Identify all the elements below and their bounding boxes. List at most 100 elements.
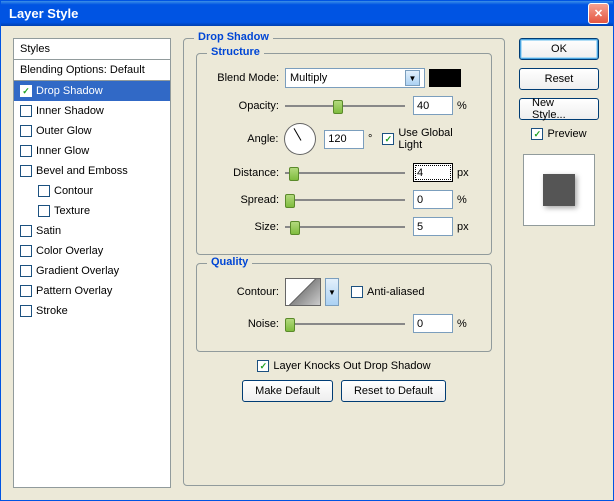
titlebar[interactable]: Layer Style ✕ — [1, 1, 613, 26]
checkbox-icon — [38, 185, 50, 197]
style-item-drop-shadow[interactable]: Drop Shadow — [14, 81, 170, 101]
style-item-label: Inner Glow — [36, 145, 89, 157]
preview-checkbox[interactable]: Preview — [531, 128, 586, 140]
checkbox-icon — [20, 245, 32, 257]
style-item-inner-glow[interactable]: Inner Glow — [14, 141, 170, 161]
distance-unit: px — [457, 167, 469, 179]
checkbox-icon — [20, 145, 32, 157]
blend-mode-value: Multiply — [290, 72, 327, 84]
spread-input[interactable]: 0 — [413, 190, 453, 209]
close-button[interactable]: ✕ — [588, 3, 609, 24]
noise-input[interactable]: 0 — [413, 314, 453, 333]
blend-mode-select[interactable]: Multiply ▼ — [285, 68, 425, 88]
checkbox-icon — [20, 225, 32, 237]
preview-square — [543, 174, 575, 206]
style-item-gradient-overlay[interactable]: Gradient Overlay — [14, 261, 170, 281]
make-default-button[interactable]: Make Default — [242, 380, 333, 402]
angle-dial[interactable] — [284, 123, 316, 155]
style-item-pattern-overlay[interactable]: Pattern Overlay — [14, 281, 170, 301]
style-item-contour[interactable]: Contour — [14, 181, 170, 201]
checkbox-icon — [382, 133, 394, 145]
checkbox-icon — [257, 360, 269, 372]
style-item-outer-glow[interactable]: Outer Glow — [14, 121, 170, 141]
spread-unit: % — [457, 194, 467, 206]
angle-unit: ° — [368, 133, 372, 145]
quality-legend: Quality — [207, 256, 252, 268]
style-item-label: Drop Shadow — [36, 85, 103, 97]
spread-label: Spread: — [209, 194, 285, 206]
checkbox-icon — [20, 85, 32, 97]
opacity-label: Opacity: — [209, 100, 285, 112]
preview-label: Preview — [547, 128, 586, 140]
noise-unit: % — [457, 318, 467, 330]
blending-options[interactable]: Blending Options: Default — [14, 60, 170, 81]
style-item-label: Contour — [54, 185, 93, 197]
layer-style-dialog: Layer Style ✕ Styles Blending Options: D… — [0, 0, 614, 501]
structure-group: Structure Blend Mode: Multiply ▼ Opacity… — [196, 53, 492, 255]
angle-input[interactable]: 120 — [324, 130, 364, 149]
checkbox-icon — [20, 285, 32, 297]
style-item-inner-shadow[interactable]: Inner Shadow — [14, 101, 170, 121]
new-style-button[interactable]: New Style... — [519, 98, 599, 120]
global-light-label: Use Global Light — [398, 127, 479, 151]
antialiased-checkbox[interactable]: Anti-aliased — [351, 286, 424, 298]
drop-shadow-group: Drop Shadow Structure Blend Mode: Multip… — [183, 38, 505, 486]
style-item-label: Gradient Overlay — [36, 265, 119, 277]
preview-box — [523, 154, 595, 226]
noise-slider[interactable] — [285, 316, 405, 332]
distance-slider[interactable] — [285, 165, 405, 181]
checkbox-icon — [20, 105, 32, 117]
global-light-checkbox[interactable]: Use Global Light — [382, 127, 479, 151]
style-item-color-overlay[interactable]: Color Overlay — [14, 241, 170, 261]
size-slider[interactable] — [285, 219, 405, 235]
checkbox-icon — [20, 165, 32, 177]
distance-input[interactable]: 4 — [413, 163, 453, 182]
styles-panel: Styles Blending Options: Default Drop Sh… — [13, 38, 171, 488]
checkbox-icon — [20, 305, 32, 317]
reset-button[interactable]: Reset — [519, 68, 599, 90]
opacity-unit: % — [457, 100, 467, 112]
chevron-down-icon: ▼ — [405, 70, 420, 86]
style-item-label: Pattern Overlay — [36, 285, 112, 297]
angle-label: Angle: — [209, 133, 284, 145]
checkbox-icon — [351, 286, 363, 298]
window-title: Layer Style — [5, 6, 78, 21]
style-item-satin[interactable]: Satin — [14, 221, 170, 241]
style-item-bevel-and-emboss[interactable]: Bevel and Emboss — [14, 161, 170, 181]
styles-header[interactable]: Styles — [14, 39, 170, 60]
style-item-label: Color Overlay — [36, 245, 103, 257]
style-item-texture[interactable]: Texture — [14, 201, 170, 221]
checkbox-icon — [20, 265, 32, 277]
size-label: Size: — [209, 221, 285, 233]
shadow-color-swatch[interactable] — [429, 69, 461, 87]
quality-group: Quality Contour: ▼ Anti-aliased Noise: — [196, 263, 492, 352]
style-item-label: Outer Glow — [36, 125, 92, 137]
reset-default-button[interactable]: Reset to Default — [341, 380, 446, 402]
size-unit: px — [457, 221, 469, 233]
drop-shadow-legend: Drop Shadow — [194, 31, 273, 43]
right-panel: OK Reset New Style... Preview — [517, 38, 601, 488]
noise-label: Noise: — [209, 318, 285, 330]
contour-label: Contour: — [209, 286, 285, 298]
spread-slider[interactable] — [285, 192, 405, 208]
blend-mode-label: Blend Mode: — [209, 72, 285, 84]
size-input[interactable]: 5 — [413, 217, 453, 236]
contour-picker[interactable] — [285, 278, 321, 306]
checkbox-icon — [20, 125, 32, 137]
style-item-label: Bevel and Emboss — [36, 165, 128, 177]
knockout-checkbox[interactable]: Layer Knocks Out Drop Shadow — [257, 360, 430, 372]
distance-label: Distance: — [209, 167, 285, 179]
checkbox-icon — [531, 128, 543, 140]
style-item-label: Stroke — [36, 305, 68, 317]
opacity-slider[interactable] — [285, 98, 405, 114]
contour-dropdown[interactable]: ▼ — [325, 278, 339, 306]
style-item-label: Satin — [36, 225, 61, 237]
antialiased-label: Anti-aliased — [367, 286, 424, 298]
ok-button[interactable]: OK — [519, 38, 599, 60]
main-panel: Drop Shadow Structure Blend Mode: Multip… — [183, 38, 505, 488]
style-item-label: Texture — [54, 205, 90, 217]
structure-legend: Structure — [207, 46, 264, 58]
opacity-input[interactable]: 40 — [413, 96, 453, 115]
style-item-label: Inner Shadow — [36, 105, 104, 117]
style-item-stroke[interactable]: Stroke — [14, 301, 170, 321]
